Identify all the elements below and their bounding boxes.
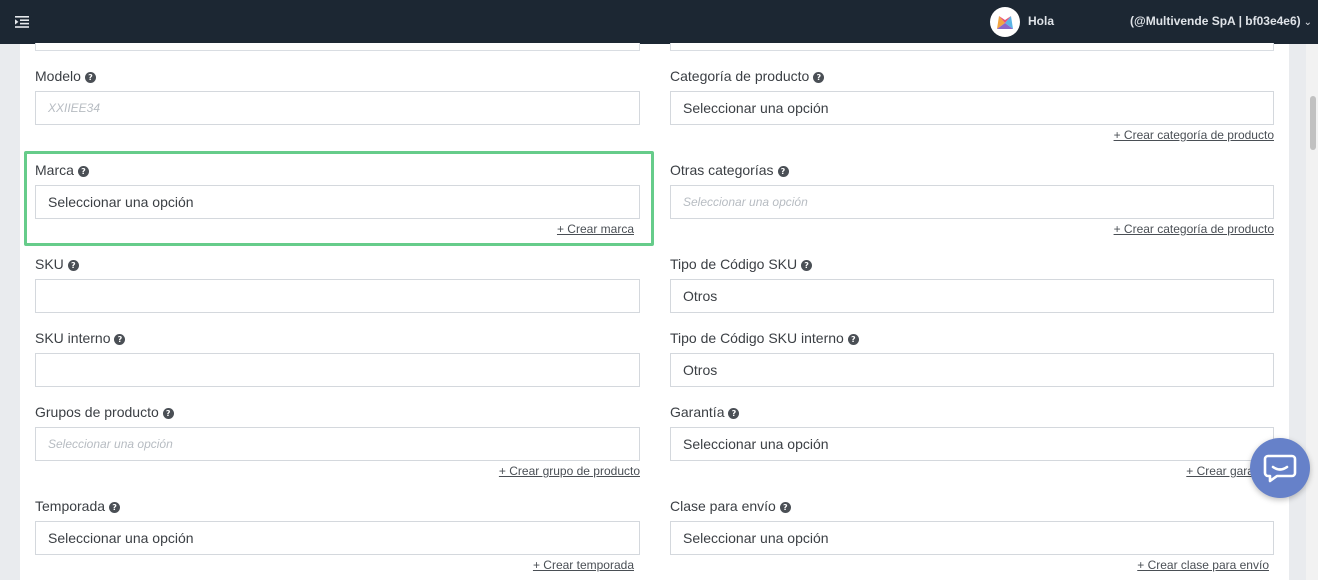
tipo-sku-interno-label: Tipo de Código SKU interno? [670,330,859,346]
categoria-value: Seleccionar una opción [683,100,829,116]
question-circle-icon[interactable]: ? [67,260,79,271]
account-name: (@Multivende SpA | bf03e4e6) [1130,14,1301,28]
tipo-sku-label: Tipo de Código SKU? [670,256,813,272]
clipped-input-left[interactable] [35,43,640,51]
grupos-label: Grupos de producto? [35,404,174,420]
avatar[interactable] [990,7,1020,37]
marca-select[interactable]: Seleccionar una opción [35,185,640,219]
question-circle-icon[interactable]: ? [77,166,89,177]
clase-envio-value: Seleccionar una opción [683,530,829,546]
crear-clase-envio-link[interactable]: + Crear clase para envío [1137,558,1269,572]
modelo-placeholder: XXIIEE34 [48,101,101,115]
garantia-select[interactable]: Seleccionar una opción [670,427,1274,461]
temporada-label: Temporada? [35,498,121,514]
tipo-sku-value: Otros [683,288,718,304]
question-circle-icon[interactable]: ? [777,166,789,177]
crear-temporada-link[interactable]: + Crear temporada [533,558,634,572]
question-circle-icon[interactable]: ? [114,334,126,345]
categoria-label: Categoría de producto? [670,68,825,84]
garantia-label: Garantía? [670,404,740,420]
marca-label: Marca? [35,162,89,178]
temporada-select[interactable]: Seleccionar una opción [35,521,640,555]
question-circle-icon[interactable]: ? [847,334,859,345]
multivende-logo-icon [997,16,1013,29]
modelo-label: Modelo? [35,68,96,84]
top-navbar: Hola (@Multivende SpA | bf03e4e6) ⌄ [0,0,1318,44]
grupos-select[interactable]: Seleccionar una opción [35,427,640,461]
sku-interno-input[interactable] [35,353,640,387]
chevron-down-icon: ⌄ [1303,17,1313,28]
tipo-sku-select[interactable]: Otros [670,279,1274,313]
question-circle-icon[interactable]: ? [162,408,174,419]
chat-button[interactable] [1250,438,1310,498]
modelo-input[interactable]: XXIIEE34 [35,91,640,125]
sku-interno-label: SKU interno? [35,330,126,346]
temporada-value: Seleccionar una opción [48,530,194,546]
question-circle-icon[interactable]: ? [801,260,813,271]
menu-indent-icon[interactable] [14,15,30,29]
greeting-text: Hola [1028,14,1055,28]
grupos-placeholder: Seleccionar una opción [48,437,173,451]
clipped-input-right[interactable] [670,43,1274,51]
tipo-sku-interno-value: Otros [683,362,718,378]
clase-envio-label: Clase para envío? [670,498,791,514]
otras-categorias-select[interactable]: Seleccionar una opción [670,185,1274,219]
tipo-sku-interno-select[interactable]: Otros [670,353,1274,387]
marca-value: Seleccionar una opción [48,194,194,210]
question-circle-icon[interactable]: ? [84,72,96,83]
account-menu[interactable]: (@Multivende SpA | bf03e4e6) ⌄ [1130,14,1312,28]
sku-label: SKU? [35,256,79,272]
crear-otra-categoria-link[interactable]: + Crear categoría de producto [1114,222,1274,236]
question-circle-icon[interactable]: ? [779,502,791,513]
question-circle-icon[interactable]: ? [728,408,740,419]
question-circle-icon[interactable]: ? [813,72,825,83]
otras-categorias-placeholder: Seleccionar una opción [683,195,808,209]
otras-categorias-label: Otras categorías? [670,162,789,178]
categoria-select[interactable]: Seleccionar una opción [670,91,1274,125]
scrollbar-thumb[interactable] [1310,96,1316,150]
clase-envio-select[interactable]: Seleccionar una opción [670,521,1274,555]
sku-input[interactable] [35,279,640,313]
crear-marca-link[interactable]: + Crear marca [557,222,634,236]
question-circle-icon[interactable]: ? [109,502,121,513]
chat-bubble-icon [1263,454,1297,483]
garantia-value: Seleccionar una opción [683,436,829,452]
crear-categoria-link[interactable]: + Crear categoría de producto [1114,128,1274,142]
crear-grupo-link[interactable]: + Crear grupo de producto [499,464,640,478]
